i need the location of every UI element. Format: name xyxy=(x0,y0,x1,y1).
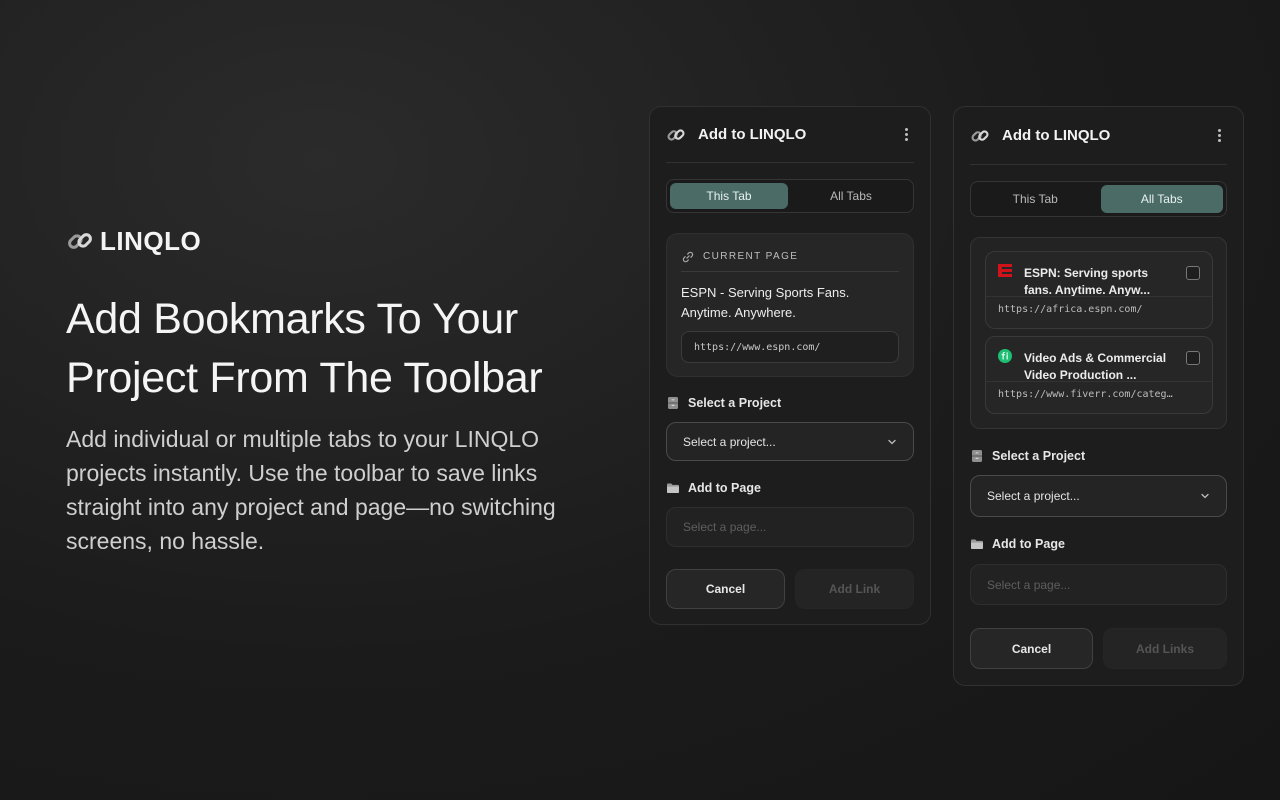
brand: LINQLO xyxy=(66,226,626,256)
subcopy: Add individual or multiple tabs to your … xyxy=(66,426,556,554)
more-options-icon[interactable] xyxy=(898,127,914,143)
brand-name: LINQLO xyxy=(100,225,202,256)
chain-link-icon xyxy=(666,125,686,145)
divider xyxy=(986,381,1212,382)
list-item-title: Video Ads & Commercial Video Production … xyxy=(1024,351,1167,382)
list-item-url: https://www.fiverr.com/categ… xyxy=(998,389,1173,400)
tab-switcher: This Tab All Tabs xyxy=(970,181,1227,217)
headline-line-1: Add Bookmarks To Your xyxy=(66,295,518,343)
tab-this-tab[interactable]: This Tab xyxy=(670,183,788,209)
chevron-down-icon xyxy=(888,439,896,444)
tab-this-tab[interactable]: This Tab xyxy=(974,185,1097,213)
cancel-button[interactable]: Cancel xyxy=(666,569,785,609)
page-select[interactable]: Select a page... xyxy=(666,507,914,547)
list-item-url: https://africa.espn.com/ xyxy=(998,304,1143,315)
add-to-page-text: Add to Page xyxy=(688,481,761,495)
more-options-icon[interactable] xyxy=(1211,128,1227,144)
hero-section: LINQLO Add Bookmarks To Your Project Fro… xyxy=(66,226,626,558)
list-item[interactable]: ESPN: Serving sports fans. Anytime. Anyw… xyxy=(985,251,1213,329)
popup-all-tabs: Add to LINQLO This Tab All Tabs ESPN: Se… xyxy=(953,106,1244,686)
chevron-down-icon xyxy=(1201,493,1209,499)
add-links-button[interactable]: Add Links xyxy=(1103,628,1227,669)
list-item-checkbox[interactable] xyxy=(1186,351,1200,365)
add-to-page-label: Add to Page xyxy=(970,537,1065,551)
current-page-card: CURRENT PAGE ESPN - Serving Sports Fans.… xyxy=(666,233,914,377)
espn-favicon-icon xyxy=(998,264,1012,277)
folder-icon xyxy=(971,539,983,549)
folder-icon xyxy=(667,483,679,493)
popup-header: Add to LINQLO xyxy=(666,107,914,163)
project-select[interactable]: Select a project... xyxy=(666,422,914,461)
project-select-value: Select a project... xyxy=(987,489,1080,503)
popup-this-tab: Add to LINQLO This Tab All Tabs CURRENT … xyxy=(649,106,931,625)
current-page-url[interactable]: https://www.espn.com/ xyxy=(681,331,899,363)
headline-line-2: Project From The Toolbar xyxy=(66,354,543,402)
current-page-header: CURRENT PAGE xyxy=(681,242,899,272)
select-project-label: Select a Project xyxy=(666,396,781,410)
chain-link-icon xyxy=(66,227,94,255)
cabinet-icon xyxy=(972,450,982,462)
popup-header: Add to LINQLO xyxy=(970,107,1227,165)
divider xyxy=(986,296,1212,297)
add-to-page-label: Add to Page xyxy=(666,481,761,495)
project-select-value: Select a project... xyxy=(683,434,776,449)
cancel-button[interactable]: Cancel xyxy=(970,628,1093,669)
popup-title: Add to LINQLO xyxy=(698,126,807,143)
select-project-label: Select a Project xyxy=(970,449,1085,463)
current-page-title: ESPN - Serving Sports Fans. Anytime. Any… xyxy=(681,285,850,320)
select-project-text: Select a Project xyxy=(688,396,782,410)
link-icon xyxy=(682,251,694,262)
popup-title: Add to LINQLO xyxy=(1002,127,1111,144)
add-to-page-text: Add to Page xyxy=(992,537,1065,551)
chain-link-icon xyxy=(970,126,990,146)
page-select[interactable]: Select a page... xyxy=(970,564,1227,605)
tab-switcher: This Tab All Tabs xyxy=(666,179,914,213)
cabinet-icon xyxy=(668,397,678,409)
project-select[interactable]: Select a project... xyxy=(970,475,1227,517)
tab-all-tabs[interactable]: All Tabs xyxy=(1100,185,1223,213)
current-page-label: CURRENT PAGE xyxy=(703,251,799,262)
tab-all-tabs[interactable]: All Tabs xyxy=(792,183,910,209)
list-item-title: ESPN: Serving sports fans. Anytime. Anyw… xyxy=(1024,266,1151,297)
headline: Add Bookmarks To Your Project From The T… xyxy=(66,290,626,408)
tabs-list: ESPN: Serving sports fans. Anytime. Anyw… xyxy=(970,237,1227,429)
fiverr-favicon-icon xyxy=(998,349,1012,363)
add-link-button[interactable]: Add Link xyxy=(795,569,914,609)
list-item[interactable]: Video Ads & Commercial Video Production … xyxy=(985,336,1213,414)
list-item-checkbox[interactable] xyxy=(1186,266,1200,280)
select-project-text: Select a Project xyxy=(992,449,1086,463)
